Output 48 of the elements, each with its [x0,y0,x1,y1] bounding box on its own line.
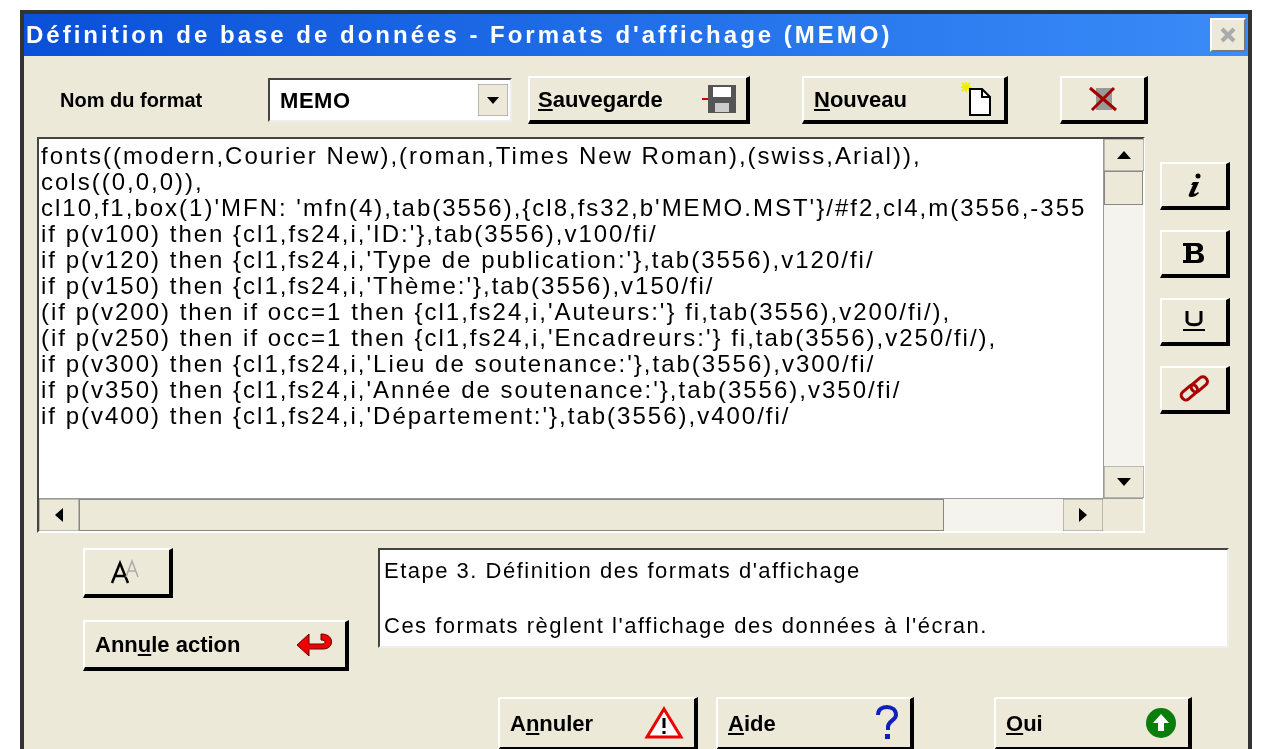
save-button[interactable]: Sauvegarde [528,76,750,124]
scrollbar-corner [1103,499,1143,531]
vertical-scrollbar[interactable] [1103,139,1143,498]
code-line: if p(v150) then {cl1,fs24,i,'Thème:'},tab(3556),v150/fi/ [41,273,715,299]
link-button[interactable] [1160,366,1230,414]
help-button[interactable]: Aide [716,697,914,749]
code-line: if p(v120) then {cl1,fs24,i,'Type de publication:'},tab(3556),v120/fi/ [41,247,876,273]
step-description: Ces formats règlent l'affichage des données à l'écran. [384,612,989,640]
font-button[interactable] [83,548,173,598]
code-line: if p(v350) then {cl1,fs24,i,'Année de soutenance:'},tab(3556),v350/fi/ [41,377,903,403]
warning-icon [644,706,684,740]
scroll-left-icon [39,499,79,531]
format-editor[interactable] [37,137,1145,533]
format-name-dropdown[interactable]: MEMO [268,78,512,122]
code-line: if p(v400) then {cl1,fs24,i,'Département:'},tab(3556),v400/fi/ [41,403,791,429]
code-line: if p(v100) then {cl1,fs24,i,'ID:'},tab(3556),v100/fi/ [41,221,658,247]
code-line: fonts((modern,Courier New),(roman,Times New Roman),(swiss,Arial)), [41,143,923,169]
cancel-button[interactable]: Annuler [498,697,698,749]
bold-button[interactable] [1160,230,1230,278]
floppy-disk-icon [702,83,738,115]
new-button[interactable]: Nouveau [802,76,1008,124]
code-line: (if p(v250) then if occ=1 then {cl1,fs24,i,'Encadreurs:'} fi,tab(3556),v250/fi/), [41,325,999,351]
scroll-down-icon [1104,466,1144,498]
code-line: (if p(v200) then if occ=1 then {cl1,fs24,i,'Auteurs:'} fi,tab(3556),v200/fi/), [41,299,953,325]
horizontal-scrollbar[interactable] [39,498,1143,531]
delete-button[interactable] [1060,76,1148,124]
code-line: if p(v300) then {cl1,fs24,i,'Lieu de soutenance:'},tab(3556),v300/fi/ [41,351,876,377]
code-line: cl10,f1,box(1)'MFN: 'mfn(4),tab(3556),{cl8,fs32,b'MEMO.MST'}/#f2,cl4,m(3556,-355 [41,195,1088,221]
delete-document-icon [1086,84,1120,114]
window-title: Définition de base de données - Formats d'affichage (MEMO) [26,20,893,50]
help-icon [874,705,900,741]
scroll-up-icon [1104,139,1144,171]
format-name-label: Nom du format [60,88,204,113]
bold-icon [1181,241,1207,265]
underline-icon [1181,309,1207,333]
close-icon [1218,25,1238,45]
chain-link-icon [1177,374,1211,404]
ok-button[interactable]: Oui [994,697,1192,749]
new-document-icon [960,81,994,117]
scrollbar-thumb[interactable] [1104,171,1143,205]
underline-button[interactable] [1160,298,1230,346]
undo-action-button[interactable]: Annule action [83,620,349,671]
step-title: Etape 3. Définition des formats d'affichage [384,557,862,585]
scroll-right-icon [1063,499,1103,531]
italic-button[interactable] [1160,162,1230,210]
dropdown-arrow-icon [478,84,508,116]
code-line: cols((0,0,0)), [41,169,204,195]
close-button[interactable] [1210,18,1246,52]
